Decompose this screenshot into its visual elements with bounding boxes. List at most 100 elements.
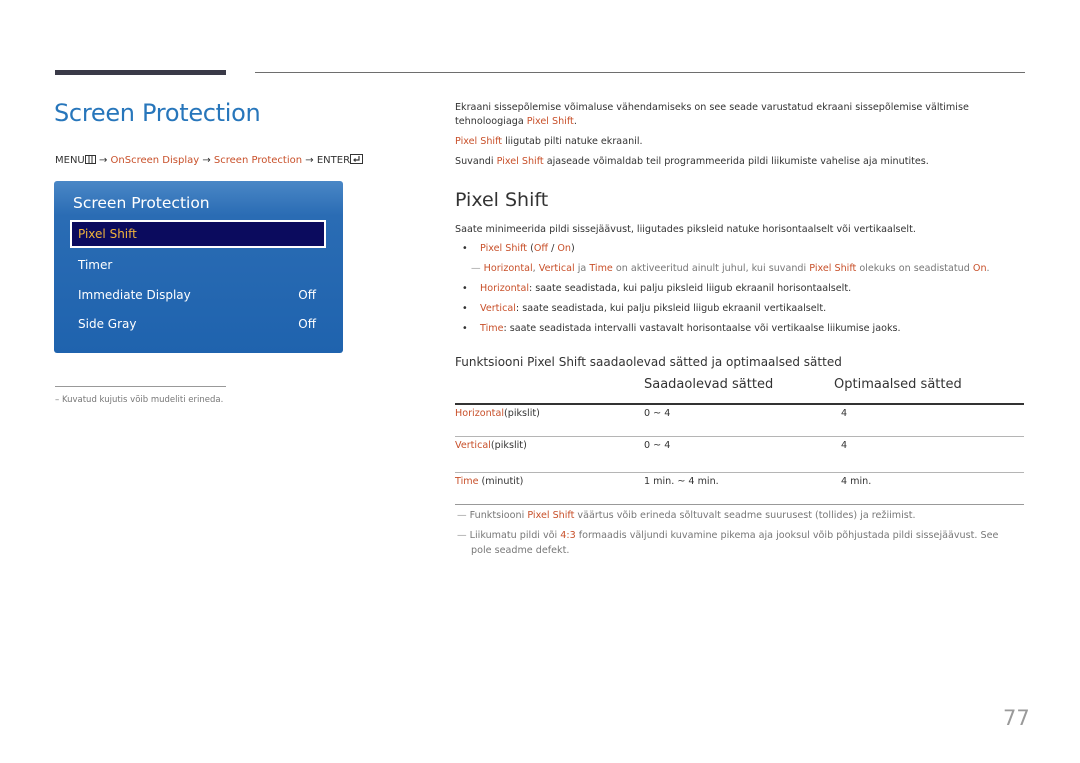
option-on: On — [557, 243, 571, 254]
table-cell-available: 0 ~ 4 — [644, 408, 671, 419]
osd-menu-item-label: Immediate Display — [78, 288, 191, 302]
osd-menu-item-label: Pixel Shift — [78, 227, 137, 241]
osd-menu-panel: Screen Protection Pixel Shift Timer Imme… — [54, 181, 343, 353]
bullet-time: Time: saate seadistada intervalli vastav… — [480, 323, 901, 334]
table-header-available: Saadaolevad sätted — [644, 377, 774, 392]
unit: (pikslit) — [490, 440, 527, 451]
term: 4:3 — [560, 530, 576, 541]
text: : saate seadistada, kui palju piksleid l… — [529, 283, 852, 294]
table-row-rule — [455, 472, 1024, 473]
section-description: Saate minimeerida pildi sissejäävust, li… — [455, 224, 916, 235]
table-cell-optimal: 4 — [841, 408, 848, 419]
intro-paragraph-2: Pixel Shift liigutab pilti natuke ekraan… — [455, 135, 643, 149]
bullet-horizontal: Horizontal: saate seadistada, kui palju … — [480, 283, 851, 294]
term: Vertical — [538, 263, 575, 274]
footnote-2-continued: pole seadme defekt. — [471, 545, 570, 556]
bullet-dot: • — [462, 243, 468, 254]
note-dash: — — [457, 530, 467, 541]
header-rule — [255, 72, 1025, 73]
text: Suvandi — [455, 156, 497, 167]
page-number: 77 — [1003, 706, 1030, 730]
activation-note: — Horizontal, Vertical ja Time on aktive… — [471, 263, 990, 274]
term: Horizontal — [480, 283, 529, 294]
breadcrumb-onscreen-display[interactable]: OnScreen Display — [111, 155, 200, 166]
footnote-1: — Funktsiooni Pixel Shift väärtus võib e… — [457, 510, 916, 521]
table-cell-setting: Time (minutit) — [455, 476, 523, 487]
term: Pixel Shift — [480, 243, 528, 254]
text: ) — [571, 243, 575, 254]
table-cell-optimal: 4 min. — [841, 476, 872, 487]
osd-menu-item-label: Timer — [78, 258, 113, 272]
term: Pixel Shift — [527, 510, 575, 521]
text: Liikumatu pildi või — [466, 530, 561, 541]
breadcrumb-menu: MENU — [55, 155, 85, 166]
table-cell-available: 0 ~ 4 — [644, 440, 671, 451]
page-title: Screen Protection — [54, 99, 261, 127]
text: on aktiveeritud ainult juhul, kui suvand… — [612, 263, 810, 274]
term: Time — [455, 476, 479, 487]
arrow: → — [202, 155, 211, 166]
table-bottom-rule — [455, 504, 1024, 505]
table-header-optimal: Optimaalsed sätted — [834, 377, 962, 392]
osd-menu-item-pixel-shift[interactable]: Pixel Shift — [70, 220, 326, 248]
osd-menu-item-label: Side Gray — [78, 317, 137, 331]
term: Vertical — [480, 303, 516, 314]
footnote-2: — Liikumatu pildi või 4:3 formaadis välj… — [457, 530, 998, 541]
table-row-rule — [455, 436, 1024, 437]
osd-menu-item-side-gray[interactable]: Side Gray Off — [70, 310, 326, 338]
term-pixel-shift: Pixel Shift — [455, 136, 503, 147]
table-top-rule — [455, 403, 1024, 405]
image-note: – Kuvatud kujutis võib mudeliti erineda. — [55, 395, 224, 405]
term: Pixel Shift — [809, 263, 857, 274]
arrow: → — [305, 155, 314, 166]
breadcrumb-screen-protection[interactable]: Screen Protection — [214, 155, 302, 166]
table-cell-optimal: 4 — [841, 440, 848, 451]
section-title: Pixel Shift — [455, 189, 549, 211]
text: . — [986, 263, 990, 274]
text: liigutab pilti natuke ekraanil. — [502, 136, 643, 147]
osd-menu-title: Screen Protection — [73, 194, 210, 212]
intro-paragraph-3: Suvandi Pixel Shift ajaseade võimaldab t… — [455, 155, 929, 169]
osd-menu-item-timer[interactable]: Timer — [70, 251, 326, 279]
table-cell-available: 1 min. ~ 4 min. — [644, 476, 719, 487]
enter-icon — [350, 154, 364, 167]
bullet-vertical: Vertical: saate seadistada, kui palju pi… — [480, 303, 826, 314]
text: tehnoloogiaga — [455, 116, 527, 127]
osd-menu-item-immediate-display[interactable]: Immediate Display Off — [70, 281, 326, 309]
term-pixel-shift: Pixel Shift — [526, 116, 574, 127]
bullet-dot: • — [462, 323, 468, 334]
term-pixel-shift: Pixel Shift — [496, 156, 544, 167]
bullet-dot: • — [462, 303, 468, 314]
text: ja — [574, 263, 590, 274]
note-dash: — — [457, 510, 467, 521]
unit: (minutit) — [478, 476, 524, 487]
term: Horizontal — [483, 263, 533, 274]
option-pixel-shift: Pixel Shift (Off / On) — [480, 243, 575, 254]
intro-paragraph-1: Ekraani sissepõlemise võimaluse vähendam… — [455, 101, 969, 129]
breadcrumb: MENU → OnScreen Display → Screen Protect… — [55, 154, 364, 167]
osd-menu-item-value: Off — [298, 317, 316, 331]
term: Vertical — [455, 440, 491, 451]
unit: (pikslit) — [504, 408, 540, 419]
note-dash: — — [471, 263, 481, 274]
table-cell-setting: Vertical(pikslit) — [455, 440, 527, 451]
text: / — [548, 243, 558, 254]
text: ajaseade võimaldab teil programmeerida p… — [543, 156, 929, 167]
table-cell-setting: Horizontal(pikslit) — [455, 408, 540, 419]
breadcrumb-enter: ENTER — [316, 155, 351, 166]
intro-line: tehnoloogiaga Pixel Shift. — [455, 115, 969, 129]
header-bar-thick — [55, 70, 226, 75]
footnote-rule — [55, 386, 226, 387]
text: väärtus võib erineda sõltuvalt seadme su… — [574, 510, 916, 521]
osd-menu-item-value: Off — [298, 288, 316, 302]
text: olekuks on seadistatud — [856, 263, 973, 274]
text: . — [573, 116, 577, 127]
bullet-dot: • — [462, 283, 468, 294]
text: : saate seadistada intervalli vastavalt … — [503, 323, 901, 334]
term: Horizontal — [455, 408, 504, 419]
text: : saate seadistada, kui palju piksleid l… — [515, 303, 827, 314]
intro-line: Ekraani sissepõlemise võimaluse vähendam… — [455, 102, 969, 113]
term: Time — [480, 323, 504, 334]
arrow: → — [98, 155, 108, 166]
term: On — [972, 263, 987, 274]
